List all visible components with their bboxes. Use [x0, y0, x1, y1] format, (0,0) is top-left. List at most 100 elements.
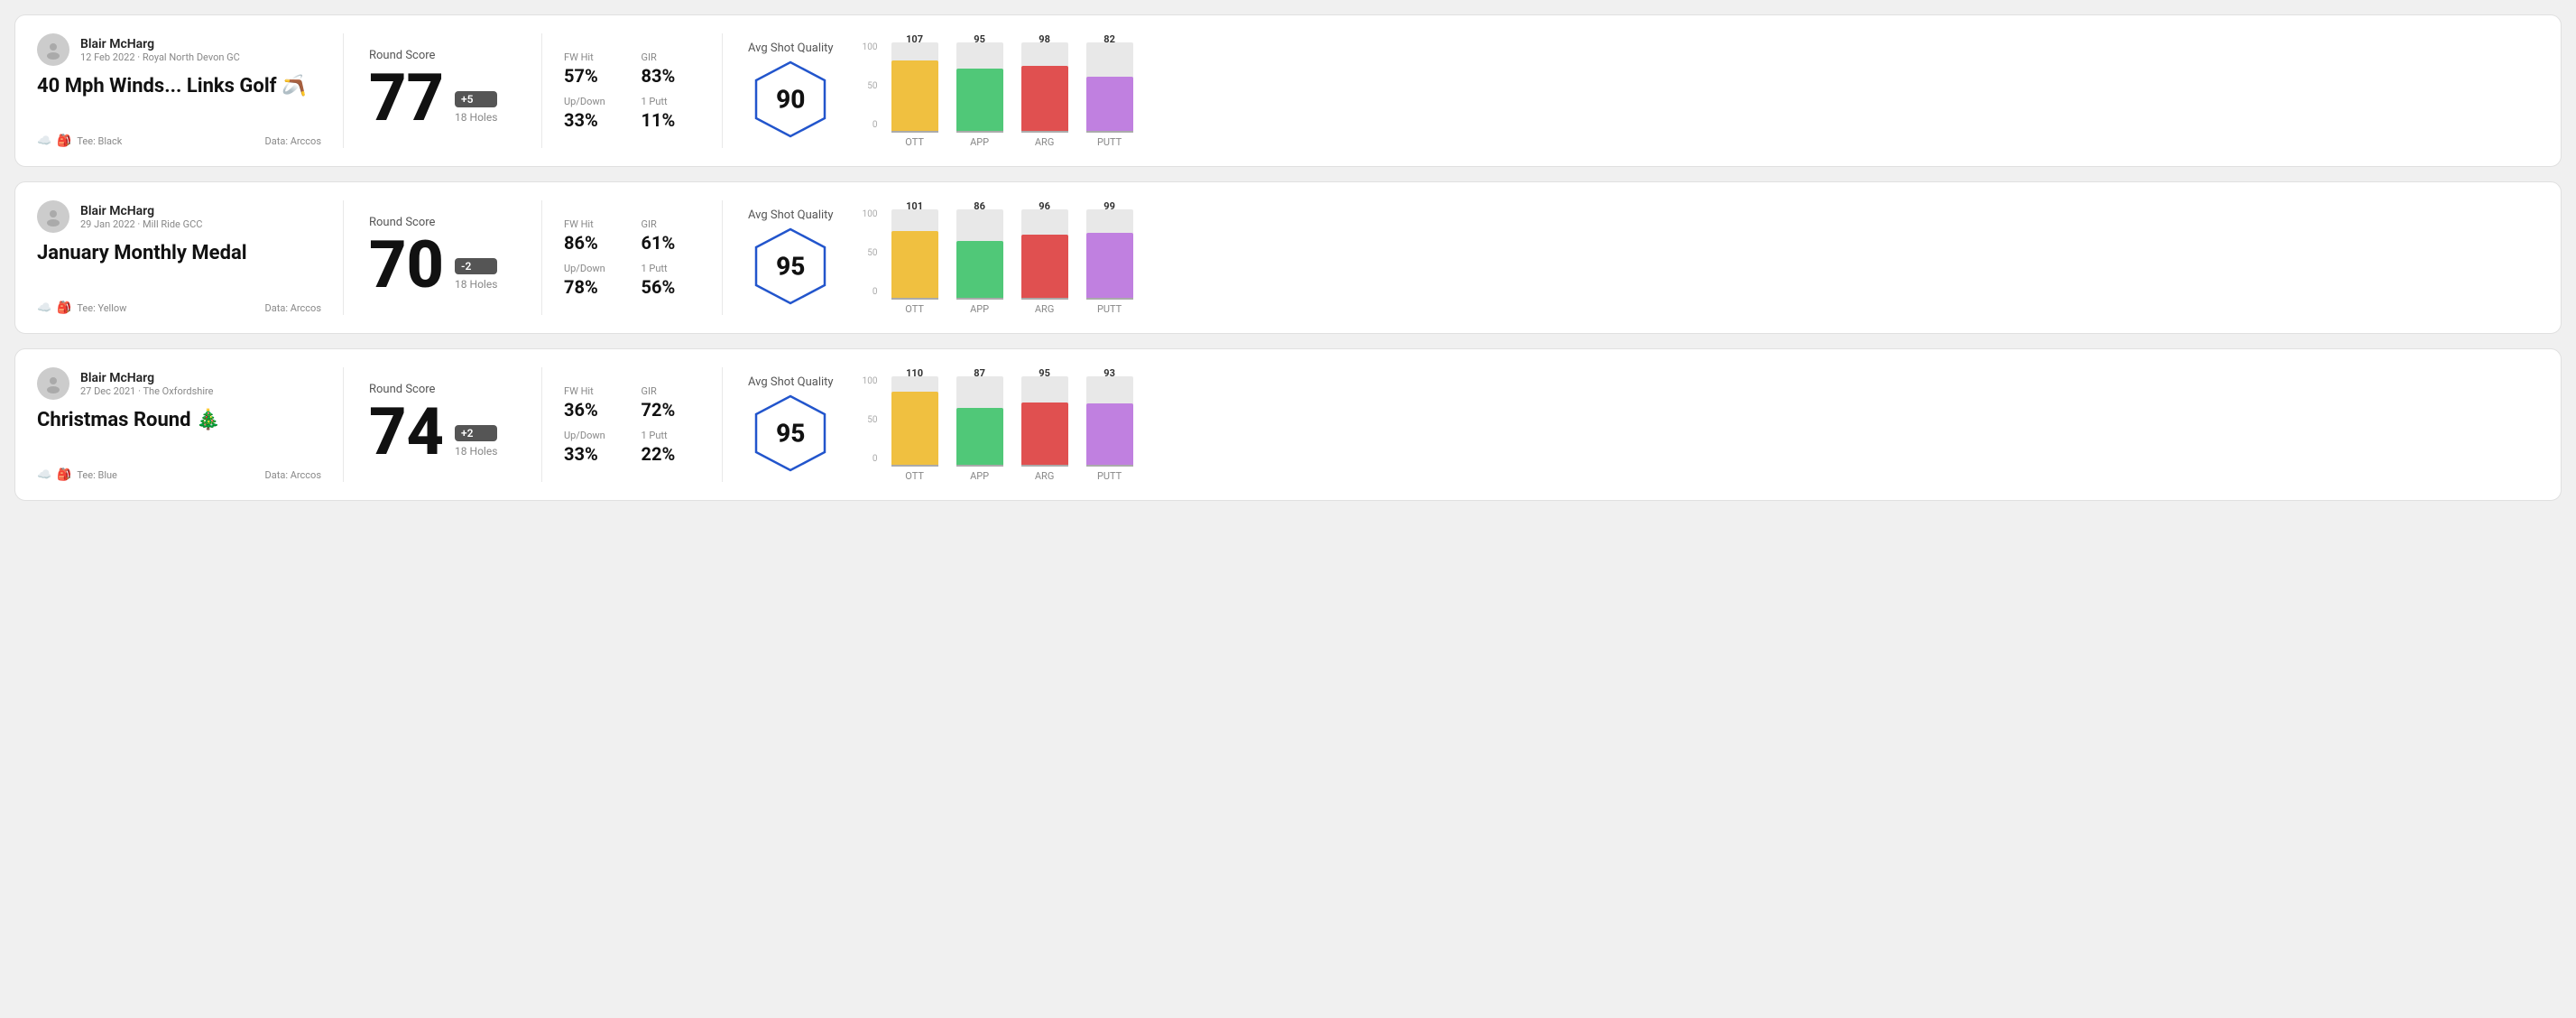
holes-label: 18 Holes [455, 278, 497, 291]
y-axis-50: 50 [867, 81, 877, 91]
tee-left: ☁️ 🎒 Tee: Black [37, 134, 122, 148]
up-down-value: 78% [564, 276, 623, 298]
bar-col-putt: 82 PUTT [1086, 33, 1133, 148]
bar-x-label: PUTT [1097, 470, 1122, 482]
quality-number: 95 [776, 419, 805, 449]
bar-col-arg: 98 ARG [1021, 33, 1068, 148]
up-down-value: 33% [564, 109, 623, 131]
fw-hit-value: 36% [564, 399, 623, 421]
user-name: Blair McHarg [80, 204, 202, 218]
score-number: 74 [369, 400, 444, 465]
quality-wrap: Avg Shot Quality 95 [748, 375, 834, 474]
score-number: 70 [369, 233, 444, 298]
y-axis-100: 100 [863, 376, 878, 386]
fw-hit-stat: FW Hit 57% [564, 51, 623, 87]
score-row: 70 -2 18 Holes [369, 233, 516, 298]
bar-col-ott: 107 OTT [891, 33, 938, 148]
weather-icon: ☁️ [37, 301, 51, 315]
hexagon-container: 95 [750, 226, 831, 307]
avatar [37, 33, 69, 66]
score-section: Round Score 74 +2 18 Holes [344, 367, 542, 482]
user-details: Blair McHarg 27 Dec 2021 · The Oxfordshi… [80, 371, 213, 397]
bar-col-app: 87 APP [956, 367, 1003, 482]
gir-label: GIR [642, 218, 701, 230]
user-info: Blair McHarg 29 Jan 2022 · Mill Ride GCC [37, 200, 321, 233]
user-meta: 29 Jan 2022 · Mill Ride GCC [80, 218, 202, 230]
one-putt-stat: 1 Putt 11% [642, 96, 701, 131]
left-section: Blair McHarg 27 Dec 2021 · The Oxfordshi… [37, 367, 344, 482]
up-down-stat: Up/Down 78% [564, 263, 623, 298]
tee-info: ☁️ 🎒 Tee: Black Data: Arccos [37, 134, 321, 148]
gir-stat: GIR 61% [642, 218, 701, 254]
gir-value: 83% [642, 65, 701, 87]
tee-info: ☁️ 🎒 Tee: Yellow Data: Arccos [37, 301, 321, 315]
stats-section: FW Hit 57% GIR 83% Up/Down 33% 1 Putt 11… [542, 33, 723, 148]
up-down-value: 33% [564, 443, 623, 465]
weather-icon: ☁️ [37, 134, 51, 148]
bar-x-label: ARG [1035, 136, 1054, 148]
score-section: Round Score 77 +5 18 Holes [344, 33, 542, 148]
avatar [37, 200, 69, 233]
tee-left: ☁️ 🎒 Tee: Yellow [37, 301, 126, 315]
left-section: Blair McHarg 29 Jan 2022 · Mill Ride GCC… [37, 200, 344, 315]
y-axis-0: 0 [873, 120, 878, 130]
bar-col-arg: 96 ARG [1021, 200, 1068, 315]
stats-grid: FW Hit 86% GIR 61% Up/Down 78% 1 Putt 56… [564, 218, 700, 298]
bar-x-label: APP [970, 136, 989, 148]
tee-label: Tee: Yellow [77, 302, 126, 314]
fw-hit-value: 57% [564, 65, 623, 87]
one-putt-value: 22% [642, 443, 701, 465]
up-down-stat: Up/Down 33% [564, 430, 623, 465]
one-putt-label: 1 Putt [642, 263, 701, 274]
bar-x-label: APP [970, 303, 989, 315]
gir-stat: GIR 83% [642, 51, 701, 87]
score-row: 74 +2 18 Holes [369, 400, 516, 465]
y-axis-50: 50 [867, 415, 877, 425]
y-axis-0: 0 [873, 287, 878, 297]
bag-icon: 🎒 [57, 301, 71, 315]
hexagon-container: 90 [750, 59, 831, 140]
quality-label: Avg Shot Quality [748, 208, 834, 222]
score-badge-wrap: -2 18 Holes [455, 258, 497, 298]
user-details: Blair McHarg 12 Feb 2022 · Royal North D… [80, 37, 240, 63]
stats-section: FW Hit 36% GIR 72% Up/Down 33% 1 Putt 22… [542, 367, 723, 482]
gir-label: GIR [642, 385, 701, 397]
score-row: 77 +5 18 Holes [369, 66, 516, 131]
fw-hit-label: FW Hit [564, 51, 623, 63]
tee-info: ☁️ 🎒 Tee: Blue Data: Arccos [37, 468, 321, 482]
round-card-round-2: Blair McHarg 29 Jan 2022 · Mill Ride GCC… [14, 181, 2562, 334]
up-down-label: Up/Down [564, 430, 623, 441]
bar-chart-wrap: 100 50 0 110 OTT 87 [863, 367, 2539, 482]
user-name: Blair McHarg [80, 371, 213, 385]
bag-icon: 🎒 [57, 134, 71, 148]
up-down-label: Up/Down [564, 96, 623, 107]
score-diff-badge: +2 [455, 425, 497, 441]
hexagon-container: 95 [750, 393, 831, 474]
fw-hit-label: FW Hit [564, 385, 623, 397]
bar-col-putt: 99 PUTT [1086, 200, 1133, 315]
y-axis-100: 100 [863, 209, 878, 219]
y-axis-50: 50 [867, 248, 877, 258]
fw-hit-label: FW Hit [564, 218, 623, 230]
one-putt-stat: 1 Putt 22% [642, 430, 701, 465]
bar-col-ott: 110 OTT [891, 367, 938, 482]
gir-stat: GIR 72% [642, 385, 701, 421]
y-axis-0: 0 [873, 454, 878, 464]
gir-value: 61% [642, 232, 701, 254]
right-section: Avg Shot Quality 95 100 50 0 [723, 367, 2539, 482]
fw-hit-stat: FW Hit 36% [564, 385, 623, 421]
avatar [37, 367, 69, 400]
bar-chart-wrap: 100 50 0 101 OTT 86 [863, 200, 2539, 315]
user-name: Blair McHarg [80, 37, 240, 51]
round-title: 40 Mph Winds... Links Golf 🪃 [37, 75, 321, 98]
score-badge-wrap: +5 18 Holes [455, 91, 497, 131]
quality-label: Avg Shot Quality [748, 42, 834, 55]
bar-x-label: PUTT [1097, 303, 1122, 315]
right-section: Avg Shot Quality 95 100 50 0 [723, 200, 2539, 315]
bag-icon: 🎒 [57, 468, 71, 482]
bar-x-label: OTT [905, 470, 924, 482]
up-down-label: Up/Down [564, 263, 623, 274]
user-info: Blair McHarg 12 Feb 2022 · Royal North D… [37, 33, 321, 66]
data-source: Data: Arccos [265, 469, 321, 481]
tee-label: Tee: Black [77, 135, 122, 147]
